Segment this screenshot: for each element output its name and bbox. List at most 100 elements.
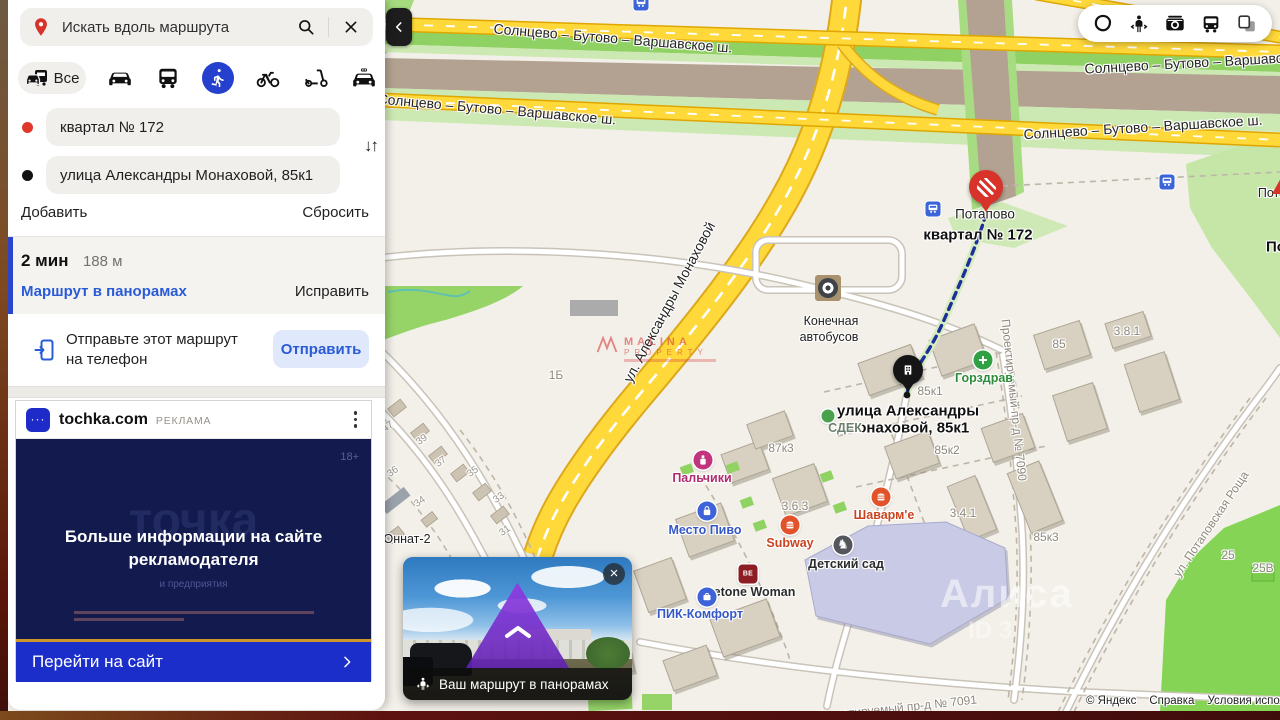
ad-card[interactable]: ··· tochka.com РЕКЛАМА 18+ точка Больше …	[15, 400, 372, 681]
mode-all-label: Все	[54, 70, 80, 87]
mode-scooter-button[interactable]	[302, 64, 330, 92]
poi-cdek[interactable]	[822, 410, 835, 423]
reset-route-button[interactable]: Сбросить	[302, 204, 369, 221]
mode-pedestrian-button-selected[interactable]	[202, 62, 234, 94]
panorama-caption-bar: Ваш маршрут в панорамах	[403, 668, 632, 700]
scooter-icon	[303, 65, 329, 91]
send-button[interactable]: Отправить	[273, 330, 369, 368]
transport-mode-row: Все	[18, 60, 378, 96]
poi-gorzdrav[interactable]	[974, 351, 993, 370]
poi-shavarme[interactable]	[872, 488, 891, 507]
route-from-row	[22, 108, 340, 146]
ad-cta-button[interactable]: Перейти на сайт	[16, 642, 371, 682]
poi-label[interactable]: Subway	[766, 536, 813, 550]
desktop-edge	[0, 0, 8, 712]
edit-route-link[interactable]: Исправить	[295, 283, 369, 300]
horse-icon[interactable]: ♞	[834, 536, 853, 555]
burger-icon[interactable]	[781, 516, 800, 535]
map-attribution: © Яндекс Справка Условия использования	[1086, 695, 1280, 707]
advertiser-name: tochka.com	[59, 411, 148, 429]
route-distance: 188 м	[83, 253, 123, 270]
route-end-marker[interactable]	[893, 355, 923, 395]
burger-icon[interactable]	[872, 488, 891, 507]
advertiser-logo: ···	[26, 408, 50, 432]
route-start-marker[interactable]	[969, 170, 1003, 216]
cosmetics-icon[interactable]	[694, 451, 713, 470]
be-icon[interactable]: BE	[739, 565, 758, 584]
bus-stop-icon[interactable]	[1160, 175, 1175, 190]
poi-mesto-pivo[interactable]	[698, 502, 717, 521]
photos-button[interactable]	[1163, 12, 1187, 36]
map-toolbar	[1078, 5, 1272, 42]
ad-fineprint	[74, 618, 184, 621]
desktop-edge	[0, 711, 1280, 720]
poi-subway[interactable]	[781, 516, 800, 535]
poi-detskiy-sad[interactable]: ♞	[834, 536, 853, 555]
building-icon	[893, 355, 923, 385]
mode-transit-button[interactable]	[154, 64, 182, 92]
search-input[interactable]	[60, 18, 294, 37]
copyright: © Яндекс	[1086, 695, 1136, 707]
search-icon	[296, 17, 316, 37]
bus-terminal-icon[interactable]	[815, 275, 841, 301]
poi-label[interactable]: Betone Woman	[705, 585, 796, 599]
yandex-maps-app: Солнцево – Бутово – Варшавское ш.Солнцев…	[0, 0, 1280, 720]
chevron-right-icon	[339, 654, 355, 670]
poi-palchiki[interactable]	[694, 451, 713, 470]
swap-points-button[interactable]: ↓↑	[364, 136, 377, 156]
route-from-input[interactable]	[46, 108, 340, 146]
age-restriction-badge: 18+	[340, 451, 359, 463]
ad-header: ··· tochka.com РЕКЛАМА	[16, 401, 371, 439]
help-link[interactable]: Справка	[1149, 695, 1194, 707]
bus-stop-icon[interactable]	[926, 202, 941, 217]
mode-taxi-button[interactable]	[350, 64, 378, 92]
bus-stop-icon[interactable]	[634, 0, 649, 11]
search-button[interactable]	[294, 15, 318, 39]
terms-link[interactable]: Условия использования	[1207, 695, 1280, 707]
poi-betone-woman[interactable]: BE	[739, 565, 758, 584]
panoramas-button[interactable]	[1127, 12, 1151, 36]
panoramas-route-link[interactable]: Маршрут в панорамах	[21, 283, 187, 300]
ad-headline-line2: рекламодателя	[16, 548, 371, 571]
bag-icon[interactable]	[698, 502, 717, 521]
add-waypoint-button[interactable]: Добавить	[21, 204, 87, 221]
poi-label[interactable]: Горздрав	[955, 371, 1013, 385]
ad-badge: РЕКЛАМА	[156, 415, 211, 427]
ad-headline-line1: Больше информации на сайте	[16, 525, 371, 548]
close-search-button[interactable]	[339, 15, 363, 39]
mode-bike-button[interactable]	[254, 64, 282, 92]
send-to-phone-icon	[33, 338, 57, 362]
poi-label[interactable]: ПИК-Комфорт	[657, 607, 743, 621]
ad-fineprint	[74, 611, 314, 614]
route-summary-card[interactable]: 2 мин 188 м Маршрут в панорамах Исправит…	[8, 236, 385, 314]
photo-watermark: Алиса ID 3	[940, 572, 1074, 645]
mode-car-button[interactable]	[106, 64, 134, 92]
route-to-row	[22, 156, 340, 194]
traffic-button[interactable]	[1091, 12, 1115, 36]
poi-label[interactable]: СДЕК	[828, 421, 862, 435]
case-icon[interactable]	[698, 588, 717, 607]
panorama-close-button[interactable]: ×	[603, 563, 625, 585]
layers-button[interactable]	[1235, 12, 1259, 36]
route-duration: 2 мин	[21, 251, 68, 270]
route-to-input[interactable]	[46, 156, 340, 194]
send-to-phone-row: Отправьте этот маршрут на телефон Отправ…	[8, 314, 385, 386]
poi-label[interactable]: Место Пиво	[668, 523, 741, 537]
poi-pik-komfort[interactable]	[698, 588, 717, 607]
dot-icon[interactable]	[822, 410, 835, 423]
pin-icon	[30, 16, 52, 38]
ad-banner[interactable]: 18+ точка Больше информации на сайте рек…	[16, 439, 371, 639]
close-icon	[343, 19, 359, 35]
poi-label[interactable]: Детский сад	[808, 557, 884, 571]
poi-label[interactable]: Пальчики	[672, 471, 731, 485]
ad-menu-button[interactable]	[350, 407, 362, 432]
search-bar[interactable]	[20, 8, 373, 46]
mode-all-button[interactable]: Все	[18, 62, 86, 94]
transit-button[interactable]	[1199, 12, 1223, 36]
sidebar-collapse-button[interactable]	[386, 8, 412, 46]
poi-label[interactable]: Шаварм'е	[854, 508, 915, 522]
pedestrian-icon	[207, 67, 229, 89]
panorama-preview[interactable]: Ваш маршрут в панорамах ×	[403, 557, 632, 700]
cross-icon[interactable]	[974, 351, 993, 370]
malina-watermark: MALINA PROPERTY	[596, 336, 716, 362]
